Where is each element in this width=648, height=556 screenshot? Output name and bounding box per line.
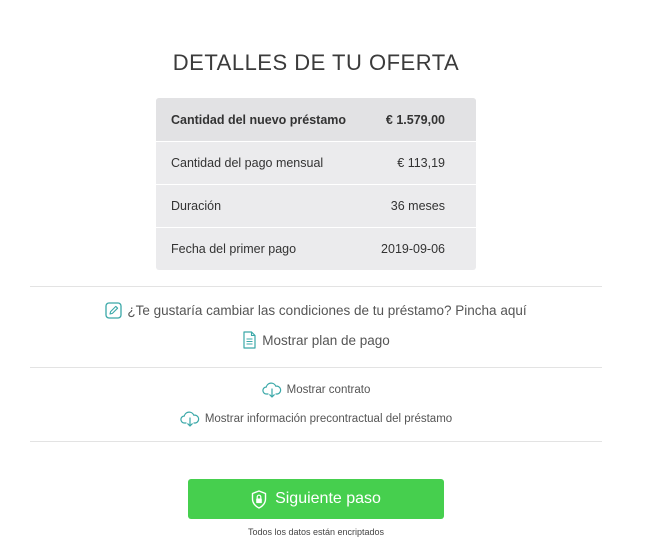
- payment-plan-link[interactable]: Mostrar plan de pago: [0, 331, 632, 349]
- divider: [30, 286, 602, 287]
- change-conditions-text[interactable]: ¿Te gustaría cambiar las condiciones de …: [127, 303, 526, 318]
- offer-page: DETALLES DE TU OFERTA Cantidad del nuevo…: [0, 0, 648, 556]
- offer-row-loan-amount: Cantidad del nuevo préstamo € 1.579,00: [156, 98, 476, 141]
- encryption-note: Todos los datos están encriptados: [247, 527, 385, 537]
- pencil-icon: [105, 302, 123, 319]
- offer-row-label: Cantidad del nuevo préstamo: [171, 112, 347, 127]
- offer-row-label: Fecha del primer pago: [171, 242, 297, 256]
- page-title: DETALLES DE TU OFERTA: [172, 50, 460, 75]
- cloud-download-icon: [261, 382, 282, 398]
- show-contract-text[interactable]: Mostrar contrato: [287, 384, 371, 396]
- shield-lock-icon: [251, 489, 267, 509]
- offer-row-value: 36 meses: [390, 199, 445, 213]
- cloud-download-icon: [180, 411, 200, 427]
- precontract-info-link[interactable]: Mostrar información precontractual del p…: [0, 411, 632, 427]
- offer-row-duration: Duración 36 meses: [156, 184, 476, 227]
- next-step-button[interactable]: Siguiente paso: [188, 479, 444, 519]
- divider: [30, 367, 602, 368]
- payment-plan-text[interactable]: Mostrar plan de pago: [262, 333, 390, 348]
- show-contract-link[interactable]: Mostrar contrato: [0, 382, 632, 398]
- offer-row-value: € 113,19: [397, 156, 445, 170]
- offer-row-label: Cantidad del pago mensual: [171, 156, 324, 170]
- offer-row-monthly-payment: Cantidad del pago mensual € 113,19: [156, 141, 476, 184]
- offer-details-table: Cantidad del nuevo préstamo € 1.579,00 C…: [156, 98, 476, 270]
- document-icon: [242, 331, 257, 349]
- offer-row-first-payment-date: Fecha del primer pago 2019-09-06: [156, 227, 476, 270]
- next-step-label: Siguiente paso: [275, 490, 381, 507]
- offer-row-value: € 1.579,00: [385, 112, 445, 127]
- offer-row-label: Duración: [171, 199, 222, 213]
- offer-row-value: 2019-09-06: [381, 242, 445, 256]
- divider: [30, 441, 602, 442]
- change-conditions-link[interactable]: ¿Te gustaría cambiar las condiciones de …: [0, 302, 632, 319]
- precontract-info-text[interactable]: Mostrar información precontractual del p…: [205, 413, 452, 425]
